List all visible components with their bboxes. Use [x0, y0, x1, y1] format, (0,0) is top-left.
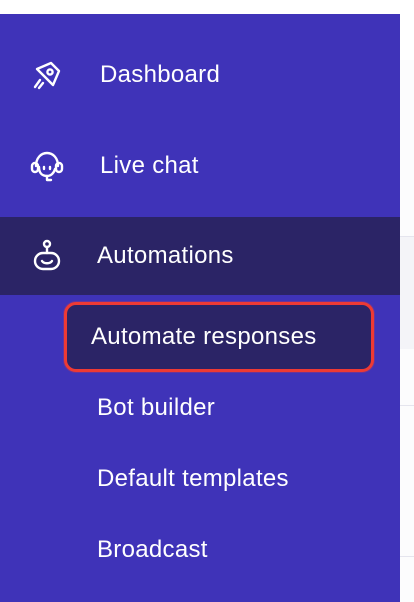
submenu-item-automate-responses[interactable]: Automate responses — [64, 302, 374, 372]
content-row — [400, 405, 414, 494]
content-row — [400, 236, 414, 349]
sidebar-item-live-chat[interactable]: Live chat — [0, 127, 400, 205]
rocket-icon — [28, 56, 66, 94]
headset-icon — [28, 147, 66, 185]
sidebar-item-label: Live chat — [100, 152, 199, 179]
submenu-item-bot-builder[interactable]: Bot builder — [70, 378, 370, 438]
sidebar-item-automations[interactable]: Automations — [0, 217, 400, 295]
content-divider — [400, 556, 414, 558]
submenu-item-default-templates[interactable]: Default templates — [70, 449, 370, 509]
sidebar-item-label: Automations — [97, 242, 234, 269]
sidebar-item-dashboard[interactable]: Dashboard — [0, 36, 400, 114]
sidebar: Dashboard Live chat Automations Automate… — [0, 14, 400, 602]
bot-icon — [28, 237, 66, 275]
submenu-item-broadcast[interactable]: Broadcast — [70, 520, 370, 580]
content-edge — [399, 60, 414, 602]
sidebar-item-label: Dashboard — [100, 61, 221, 88]
